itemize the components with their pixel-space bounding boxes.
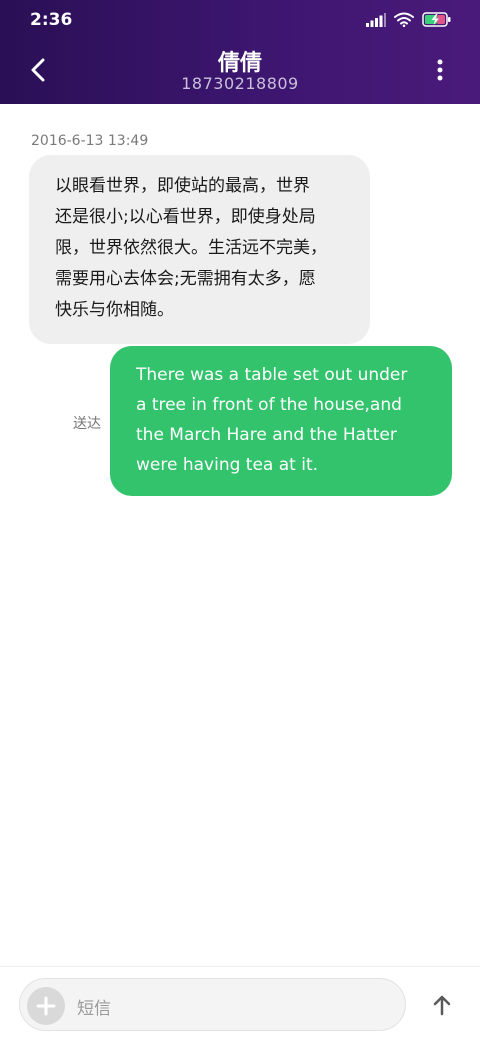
delivery-status: 送达: [73, 416, 101, 432]
battery-charging-icon: [422, 12, 452, 31]
sms-conversation-screen: 2:36 倩倩 18730218809 2016-6-13 13:49 以眼看世…: [0, 0, 480, 1040]
attach-button[interactable]: [27, 987, 65, 1025]
contact-number: 18730218809: [181, 74, 299, 93]
message-line: There was a table set out under: [136, 365, 408, 385]
compose-field[interactable]: 短信: [19, 978, 406, 1031]
arrow-up-icon: [433, 995, 451, 1016]
message-line: 以眼看世界，即使站的最高，世界: [55, 176, 310, 196]
status-bar: 2:36: [0, 0, 480, 40]
message-line: a tree in front of the house,and: [136, 395, 402, 415]
compose-placeholder: 短信: [77, 999, 111, 1019]
message-line: 需要用心去体会;无需拥有太多，愿: [55, 269, 316, 289]
status-time: 2:36: [30, 10, 73, 30]
message-line: were having tea at it.: [136, 455, 319, 475]
more-options-button[interactable]: [422, 52, 458, 88]
message-line: 快乐与你相随。: [55, 300, 174, 320]
more-vertical-icon: [437, 59, 443, 81]
message-line: 限，世界依然很大。生活远不完美，: [55, 238, 327, 258]
status-icons: [358, 12, 452, 31]
incoming-message-bubble[interactable]: 以眼看世界，即使站的最高，世界 还是很小;以心看世界，即使身处局 限，世界依然很…: [29, 155, 370, 344]
send-button[interactable]: [424, 987, 460, 1023]
outgoing-message-bubble[interactable]: There was a table set out under a tree i…: [110, 346, 452, 496]
message-line: 还是很小;以心看世界，即使身处局: [55, 207, 316, 227]
contact-name: 倩倩: [217, 51, 262, 76]
app-header: 2:36 倩倩 18730218809: [0, 0, 480, 104]
wifi-icon: [394, 12, 414, 31]
signal-icon: [366, 12, 386, 31]
message-line: the March Hare and the Hatter: [136, 425, 397, 445]
compose-bar: 短信: [0, 966, 480, 1040]
plus-icon: [36, 996, 56, 1016]
message-timestamp: 2016-6-13 13:49: [31, 133, 149, 149]
